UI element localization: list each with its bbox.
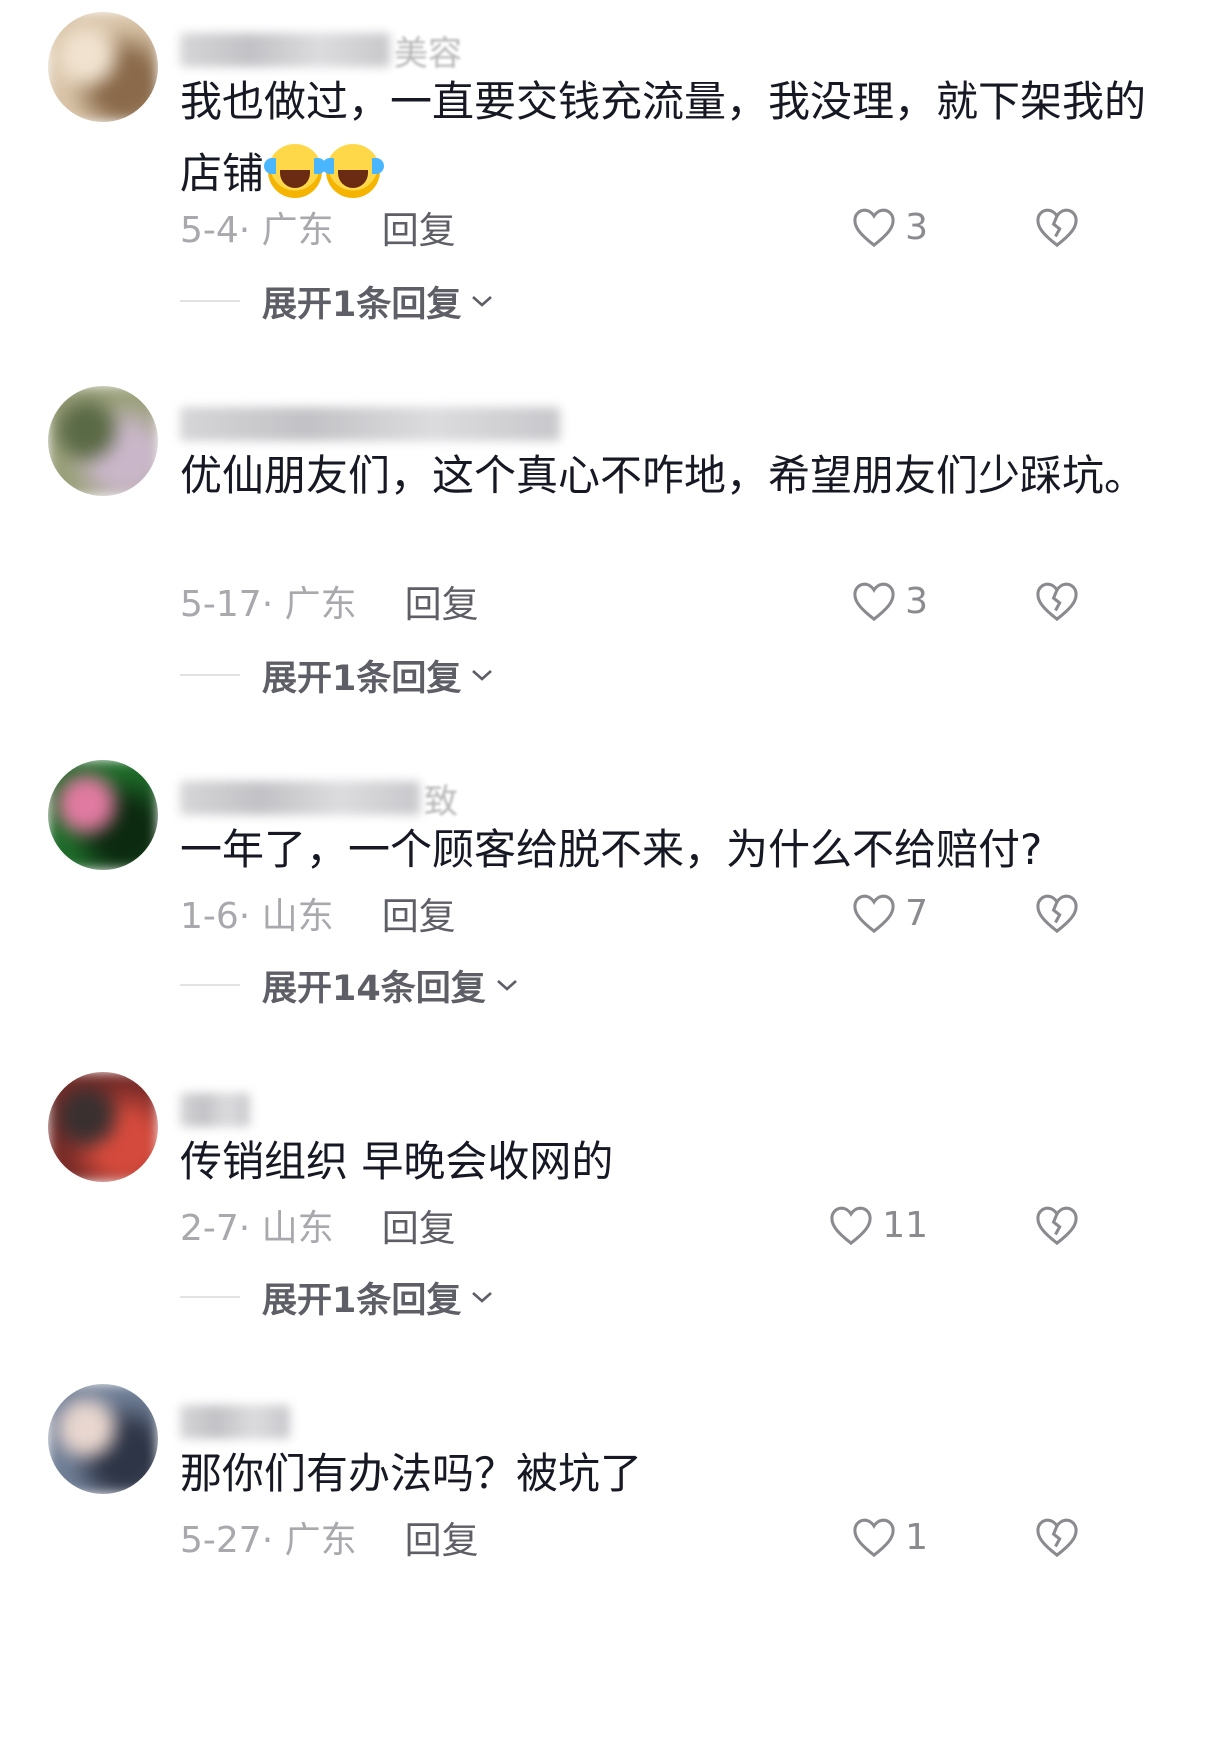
dislike-button[interactable] bbox=[1034, 1512, 1080, 1562]
broken-heart-icon bbox=[1036, 1518, 1078, 1558]
like-count: 7 bbox=[905, 892, 928, 934]
like-count: 1 bbox=[905, 1516, 928, 1558]
reply-button[interactable]: 回复 bbox=[405, 574, 479, 628]
like-count: 11 bbox=[882, 1204, 928, 1246]
username[interactable]: 致 bbox=[180, 778, 458, 822]
date-location: 5-4· 广东 bbox=[180, 210, 334, 251]
comment-text-content: 传销组织 早晚会收网的 bbox=[180, 1137, 614, 1186]
chevron-down-icon bbox=[472, 670, 493, 681]
reply-button[interactable]: 回复 bbox=[405, 1510, 479, 1564]
comment-meta: 2-7· 山东 回复 bbox=[180, 1200, 456, 1250]
like-button[interactable]: 7 bbox=[851, 888, 928, 938]
comment-meta: 1-6· 山东 回复 bbox=[180, 888, 456, 938]
like-count: 3 bbox=[905, 580, 928, 622]
laugh-cry-emoji-icon bbox=[264, 144, 327, 198]
expand-replies-label: 展开1条回复 bbox=[262, 1280, 462, 1321]
like-button[interactable]: 1 bbox=[851, 1512, 928, 1562]
broken-heart-icon bbox=[1036, 582, 1078, 622]
comment: 美容 我也做过，一直要交钱充流量，我没理，就下架我的店铺 5-4· 广东 回复 3… bbox=[0, 12, 1206, 342]
comment: 致 一年了，一个顾客给脱不来，为什么不给赔付? 1-6· 山东 回复 7 展开14… bbox=[0, 760, 1206, 1060]
divider-line bbox=[180, 984, 240, 986]
chevron-down-icon bbox=[496, 980, 517, 991]
dislike-button[interactable] bbox=[1034, 888, 1080, 938]
avatar-image bbox=[48, 1384, 158, 1494]
divider-line bbox=[180, 674, 240, 676]
username-mask bbox=[180, 1093, 250, 1127]
username[interactable] bbox=[180, 1402, 294, 1442]
like-button[interactable]: 3 bbox=[851, 202, 928, 252]
avatar-image bbox=[48, 12, 158, 122]
expand-replies-label: 展开1条回复 bbox=[262, 658, 462, 699]
comment: 那你们有办法吗？被坑了 5-27· 广东 回复 1 bbox=[0, 1384, 1206, 1754]
comment-text-content: 我也做过，一直要交钱充流量，我没理，就下架我的店铺 bbox=[180, 77, 1147, 198]
username-mask bbox=[180, 1405, 290, 1439]
avatar[interactable] bbox=[48, 1384, 158, 1494]
avatar[interactable] bbox=[48, 760, 158, 870]
avatar[interactable] bbox=[48, 12, 158, 122]
heart-icon bbox=[853, 1518, 895, 1558]
comment-text: 一年了，一个顾客给脱不来，为什么不给赔付? bbox=[180, 814, 1160, 886]
avatar-image bbox=[48, 386, 158, 496]
username[interactable]: 美容 bbox=[180, 30, 462, 74]
comment-meta: 5-27· 广东 回复 bbox=[180, 1512, 479, 1562]
reply-button[interactable]: 回复 bbox=[382, 886, 456, 940]
comment: 传销组织 早晚会收网的 2-7· 山东 回复 11 展开1条回复 bbox=[0, 1072, 1206, 1372]
comment-meta: 5-4· 广东 回复 bbox=[180, 202, 456, 252]
username-mask bbox=[180, 407, 560, 441]
comment-meta: 5-17· 广东 回复 bbox=[180, 576, 479, 626]
broken-heart-icon bbox=[1036, 208, 1078, 248]
date-location: 5-27· 广东 bbox=[180, 1520, 357, 1561]
date-location: 5-17· 广东 bbox=[180, 584, 357, 625]
dislike-button[interactable] bbox=[1034, 202, 1080, 252]
avatar[interactable] bbox=[48, 386, 158, 496]
like-button[interactable]: 3 bbox=[851, 576, 928, 626]
expand-replies[interactable]: 展开1条回复 bbox=[180, 650, 493, 700]
heart-icon bbox=[853, 582, 895, 622]
username-mask bbox=[180, 33, 390, 67]
like-button[interactable]: 11 bbox=[828, 1200, 928, 1250]
username[interactable] bbox=[180, 404, 564, 444]
expand-replies-label: 展开1条回复 bbox=[262, 284, 462, 325]
username-mask bbox=[180, 781, 420, 815]
dislike-button[interactable] bbox=[1034, 1200, 1080, 1250]
comment-text: 传销组织 早晚会收网的 bbox=[180, 1126, 1160, 1198]
comment-text: 优仙朋友们，这个真心不咋地，希望朋友们少踩坑。 bbox=[180, 440, 1160, 512]
avatar-image bbox=[48, 760, 158, 870]
reply-button[interactable]: 回复 bbox=[382, 1198, 456, 1252]
broken-heart-icon bbox=[1036, 1206, 1078, 1246]
laugh-cry-emoji-icon bbox=[322, 144, 385, 198]
expand-replies[interactable]: 展开1条回复 bbox=[180, 1272, 493, 1322]
expand-replies[interactable]: 展开1条回复 bbox=[180, 276, 493, 326]
username[interactable] bbox=[180, 1090, 254, 1130]
dislike-button[interactable] bbox=[1034, 576, 1080, 626]
avatar[interactable] bbox=[48, 1072, 158, 1182]
expand-replies[interactable]: 展开14条回复 bbox=[180, 960, 518, 1010]
broken-heart-icon bbox=[1036, 894, 1078, 934]
reply-button[interactable]: 回复 bbox=[382, 200, 456, 254]
date-location: 2-7· 山东 bbox=[180, 1208, 334, 1249]
date-location: 1-6· 山东 bbox=[180, 896, 334, 937]
like-count: 3 bbox=[905, 206, 928, 248]
chevron-down-icon bbox=[472, 296, 493, 307]
heart-icon bbox=[830, 1206, 872, 1246]
divider-line bbox=[180, 1296, 240, 1298]
chevron-down-icon bbox=[472, 1292, 493, 1303]
heart-icon bbox=[853, 894, 895, 934]
avatar-image bbox=[48, 1072, 158, 1182]
divider-line bbox=[180, 300, 240, 302]
comment-text: 那你们有办法吗？被坑了 bbox=[180, 1438, 1160, 1510]
comment-text: 我也做过，一直要交钱充流量，我没理，就下架我的店铺 bbox=[180, 66, 1160, 210]
comment-text-content: 优仙朋友们，这个真心不咋地，希望朋友们少踩坑。 bbox=[180, 451, 1147, 500]
comment-text-content: 一年了，一个顾客给脱不来，为什么不给赔付? bbox=[180, 825, 1043, 874]
heart-icon bbox=[853, 208, 895, 248]
expand-replies-label: 展开14条回复 bbox=[262, 968, 486, 1009]
comment-text-content: 那你们有办法吗？被坑了 bbox=[180, 1449, 643, 1498]
comment: 优仙朋友们，这个真心不咋地，希望朋友们少踩坑。 5-17· 广东 回复 3 展开1… bbox=[0, 386, 1206, 716]
